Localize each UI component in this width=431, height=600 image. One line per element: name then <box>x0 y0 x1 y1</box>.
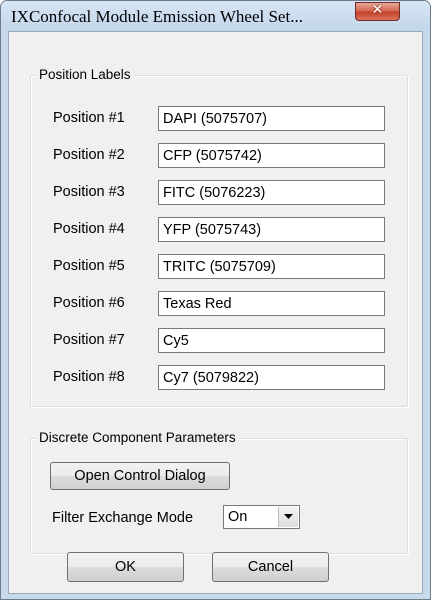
dialog-window: IXConfocal Module Emission Wheel Set... … <box>0 0 431 600</box>
close-button[interactable]: ✕ <box>355 2 400 21</box>
filter-exchange-mode-label: Filter Exchange Mode <box>52 510 194 526</box>
position-6-label: Position #6 <box>53 295 125 311</box>
position-3-input[interactable] <box>158 180 385 205</box>
close-icon: ✕ <box>371 2 384 18</box>
title-bar[interactable]: IXConfocal Module Emission Wheel Set... … <box>1 1 430 31</box>
position-5-input[interactable] <box>158 254 385 279</box>
filter-exchange-mode-select[interactable]: On <box>223 505 300 529</box>
open-control-dialog-button[interactable]: Open Control Dialog <box>50 462 230 490</box>
position-4-input[interactable] <box>158 217 385 242</box>
filter-exchange-mode-value: On <box>228 509 248 525</box>
position-6-input[interactable] <box>158 291 385 316</box>
position-2-label: Position #2 <box>53 147 125 163</box>
position-3-label: Position #3 <box>53 184 125 200</box>
position-1-label: Position #1 <box>53 110 125 126</box>
position-8-label: Position #8 <box>53 369 125 385</box>
cancel-button[interactable]: Cancel <box>212 552 329 582</box>
position-4-label: Position #4 <box>53 221 125 237</box>
position-7-label: Position #7 <box>53 332 125 348</box>
position-1-input[interactable] <box>158 106 385 131</box>
dropdown-button[interactable] <box>278 507 298 527</box>
position-7-input[interactable] <box>158 328 385 353</box>
chevron-down-icon <box>284 514 293 519</box>
window-title: IXConfocal Module Emission Wheel Set... <box>11 7 303 26</box>
position-2-input[interactable] <box>158 143 385 168</box>
ok-button[interactable]: OK <box>67 552 184 582</box>
group-title: Position Labels <box>37 67 133 82</box>
dialog-client-area: Position Labels Position #1 Position #2 … <box>8 31 423 594</box>
position-5-label: Position #5 <box>53 258 125 274</box>
discrete-parameters-group: Discrete Component Parameters <box>30 430 408 554</box>
position-8-input[interactable] <box>158 365 385 390</box>
group-title: Discrete Component Parameters <box>37 430 238 445</box>
